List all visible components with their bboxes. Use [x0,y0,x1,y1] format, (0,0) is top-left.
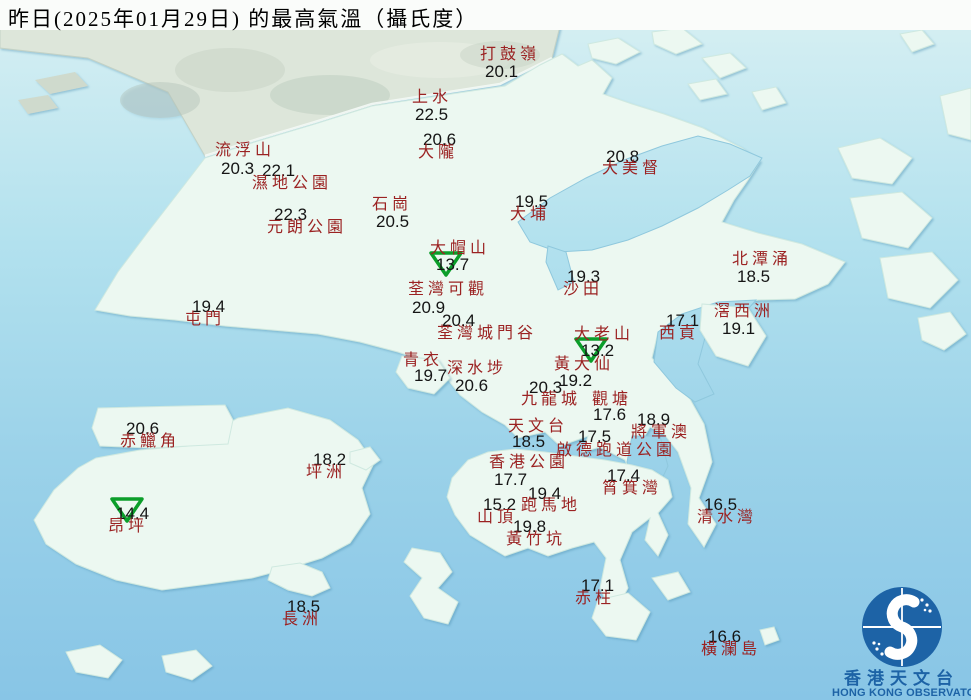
station-name: 大老山 [574,326,635,343]
station-name: 坪洲 [306,464,347,481]
hko-max-temperature-map: ) [0,0,971,700]
station-name: 流浮山 [215,142,276,159]
station-value: 19.7 [414,366,448,385]
station-value: 18.5 [512,432,546,451]
station-name: 石崗 [372,196,413,213]
station-name: 清水灣 [697,509,758,526]
station-value: 13.7 [436,255,470,274]
title-bar: 昨日(2025年01月29日) 的最高氣溫（攝氏度） [0,0,971,31]
station-value: 20.9 [412,298,446,317]
station-name: 大帽山 [430,240,491,257]
station-value: 20.6 [455,376,489,395]
station-name: 觀塘 [592,391,633,408]
station-name: 橫瀾島 [701,641,762,658]
station-name: 大隴 [418,144,459,161]
station-value: 17.6 [593,405,627,424]
station-name: 大美督 [602,160,663,177]
station-value: 20.1 [485,62,519,81]
station-name: 長洲 [282,611,323,628]
station-name: 荃灣城門谷 [437,325,538,342]
station-name: 天文台 [508,418,569,435]
station-name: 深水埗 [447,360,508,377]
station-name: 青衣 [403,352,444,369]
station-name: 屯門 [185,311,226,328]
station-value: 18.5 [737,267,771,286]
station-name: 香港公園 [489,454,570,471]
station-name: 黃大仙 [554,356,615,373]
station-name: 荃灣可觀 [408,281,489,298]
station-value: 20.5 [376,212,410,231]
station-name: 將軍澳 [631,424,692,441]
station-value: 22.5 [415,105,449,124]
station-name: 昂坪 [108,518,149,535]
station-name: 北潭涌 [732,251,793,268]
station-name: 滘西洲 [714,303,775,320]
hko-logo: 香港天文台 HONG KONG OBSERVATORY [832,586,971,700]
station-value: 19.1 [722,319,756,338]
station-name: 筲箕灣 [602,480,663,497]
hko-logo-chinese: 香港天文台 [844,669,959,688]
station-name: 元朗公園 [267,219,348,236]
station-name: 啟德跑道公園 [556,442,677,459]
hko-logo-icon [861,587,942,667]
station-value: 17.7 [494,470,528,489]
station-name: 沙田 [563,281,604,298]
station-value: 19.2 [559,371,593,390]
station-name: 打鼓嶺 [480,46,541,63]
station-name: 黃竹坑 [506,531,567,548]
stations-layer: 20.1 打鼓嶺 22.5 上水 20.6 大隴 20.3 流浮山 22.1 濕地公園 22.3 元朗… [0,0,971,700]
station-name: 赤柱 [575,590,616,607]
station-name: 大埔 [510,206,551,223]
station-name: 跑馬地 [521,497,582,514]
hko-logo-english: HONG KONG OBSERVATORY [832,687,971,699]
station-name: 山頂 [477,509,518,526]
station-name: 赤鱲角 [120,433,181,450]
station-name: 九龍城 [521,391,582,408]
station-name: 西貢 [659,325,700,342]
map-title: 昨日(2025年01月29日) 的最高氣溫（攝氏度） [8,7,479,31]
station-name: 濕地公園 [252,175,333,192]
station-value: 20.3 [221,159,255,178]
station-name: 上水 [412,89,453,106]
